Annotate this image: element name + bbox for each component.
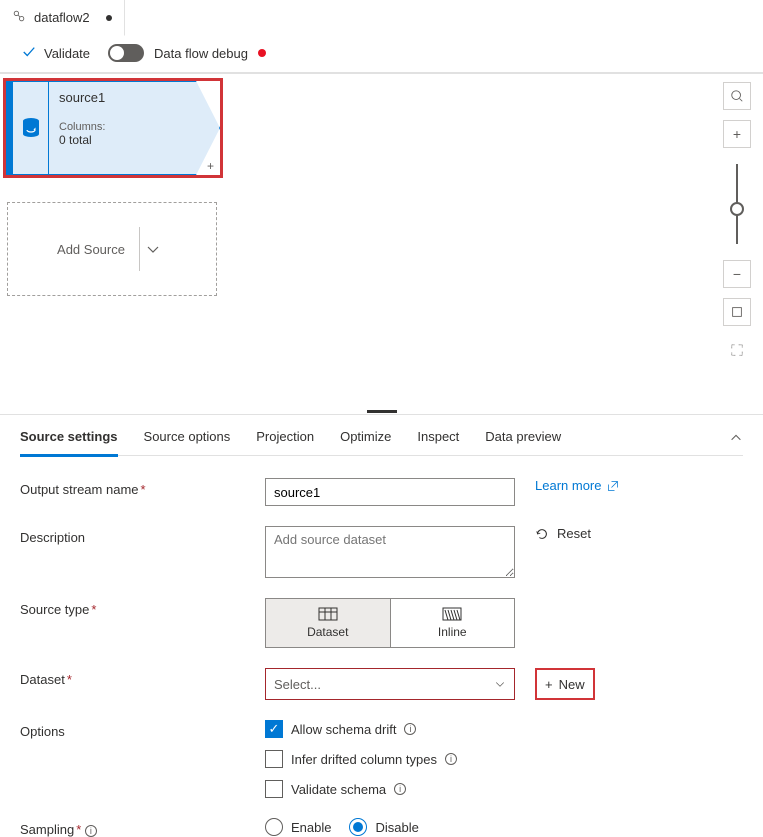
sampling-enable-radio[interactable] [265,818,283,836]
info-icon[interactable]: i [404,723,416,735]
description-label: Description [20,530,85,545]
dataset-label: Dataset [20,672,65,687]
validate-label: Validate [44,46,90,61]
new-dataset-button[interactable]: + New [535,668,595,700]
inline-icon [442,607,462,621]
collapse-panel-icon[interactable] [729,431,743,448]
canvas-search-button[interactable] [723,82,751,110]
tab-row: dataflow2 [0,0,763,36]
output-stream-label: Output stream name [20,482,139,497]
tab-data-preview[interactable]: Data preview [485,429,561,455]
description-textarea[interactable] [265,526,515,578]
dataset-select[interactable]: Select... [265,668,515,700]
source-type-inline[interactable]: Inline [391,599,515,647]
zoom-out-button[interactable]: − [723,260,751,288]
dataflow-canvas[interactable]: source1 Columns: 0 total + Add Source + … [0,73,763,414]
allow-schema-drift-checkbox[interactable]: ✓ [265,720,283,738]
add-source-button[interactable]: Add Source [7,202,217,296]
add-source-label: Add Source [57,242,125,257]
file-tab[interactable]: dataflow2 [0,0,125,36]
info-icon[interactable]: i [394,783,406,795]
sampling-label: Sampling [20,822,74,837]
plus-icon: + [545,677,553,692]
infer-drifted-label: Infer drifted column types [291,752,437,767]
source-type-label: Source type [20,602,89,617]
debug-label: Data flow debug [154,46,248,61]
sampling-enable-label: Enable [291,820,331,835]
node-columns-value: 0 total [59,133,189,147]
check-icon [22,45,36,62]
options-label: Options [20,724,65,739]
node-title: source1 [59,90,189,105]
node-columns-label: Columns: [59,121,189,133]
tab-source-options[interactable]: Source options [144,429,231,455]
debug-toggle[interactable] [108,44,144,62]
allow-schema-drift-label: Allow schema drift [291,722,396,737]
tab-title: dataflow2 [34,10,90,25]
add-transform-icon[interactable]: + [207,159,214,173]
source-node[interactable]: source1 Columns: 0 total + [3,78,223,178]
zoom-slider[interactable] [736,164,738,244]
zoom-slider-thumb[interactable] [730,202,744,216]
chevron-down-icon [494,678,506,690]
unsaved-indicator [106,15,112,21]
fit-to-screen-button[interactable] [723,298,751,326]
info-icon[interactable]: i [445,753,457,765]
fullscreen-button[interactable] [723,336,751,364]
source-type-segmented: Dataset Inline [265,598,515,648]
chevron-down-icon [139,227,167,271]
output-stream-input[interactable] [265,478,515,506]
debug-status-dot [258,49,266,57]
validate-schema-checkbox[interactable] [265,780,283,798]
infer-drifted-checkbox[interactable] [265,750,283,768]
zoom-in-button[interactable]: + [723,120,751,148]
tab-inspect[interactable]: Inspect [417,429,459,455]
external-link-icon [607,480,619,492]
info-icon[interactable]: i [85,825,97,837]
sampling-disable-label: Disable [375,820,418,835]
reset-icon [535,527,549,541]
validate-schema-label: Validate schema [291,782,386,797]
dataflow-icon [12,9,26,26]
sampling-disable-radio[interactable] [349,818,367,836]
tab-source-settings[interactable]: Source settings [20,429,118,457]
validate-button[interactable]: Validate [22,45,90,62]
reset-button[interactable]: Reset [535,526,591,541]
tab-optimize[interactable]: Optimize [340,429,391,455]
panel-tabs: Source settings Source options Projectio… [20,429,743,456]
node-stripe [6,81,13,175]
source-type-dataset[interactable]: Dataset [266,599,391,647]
source-icon [13,81,49,175]
tab-projection[interactable]: Projection [256,429,314,455]
learn-more-link[interactable]: Learn more [535,478,619,493]
table-icon [318,607,338,621]
